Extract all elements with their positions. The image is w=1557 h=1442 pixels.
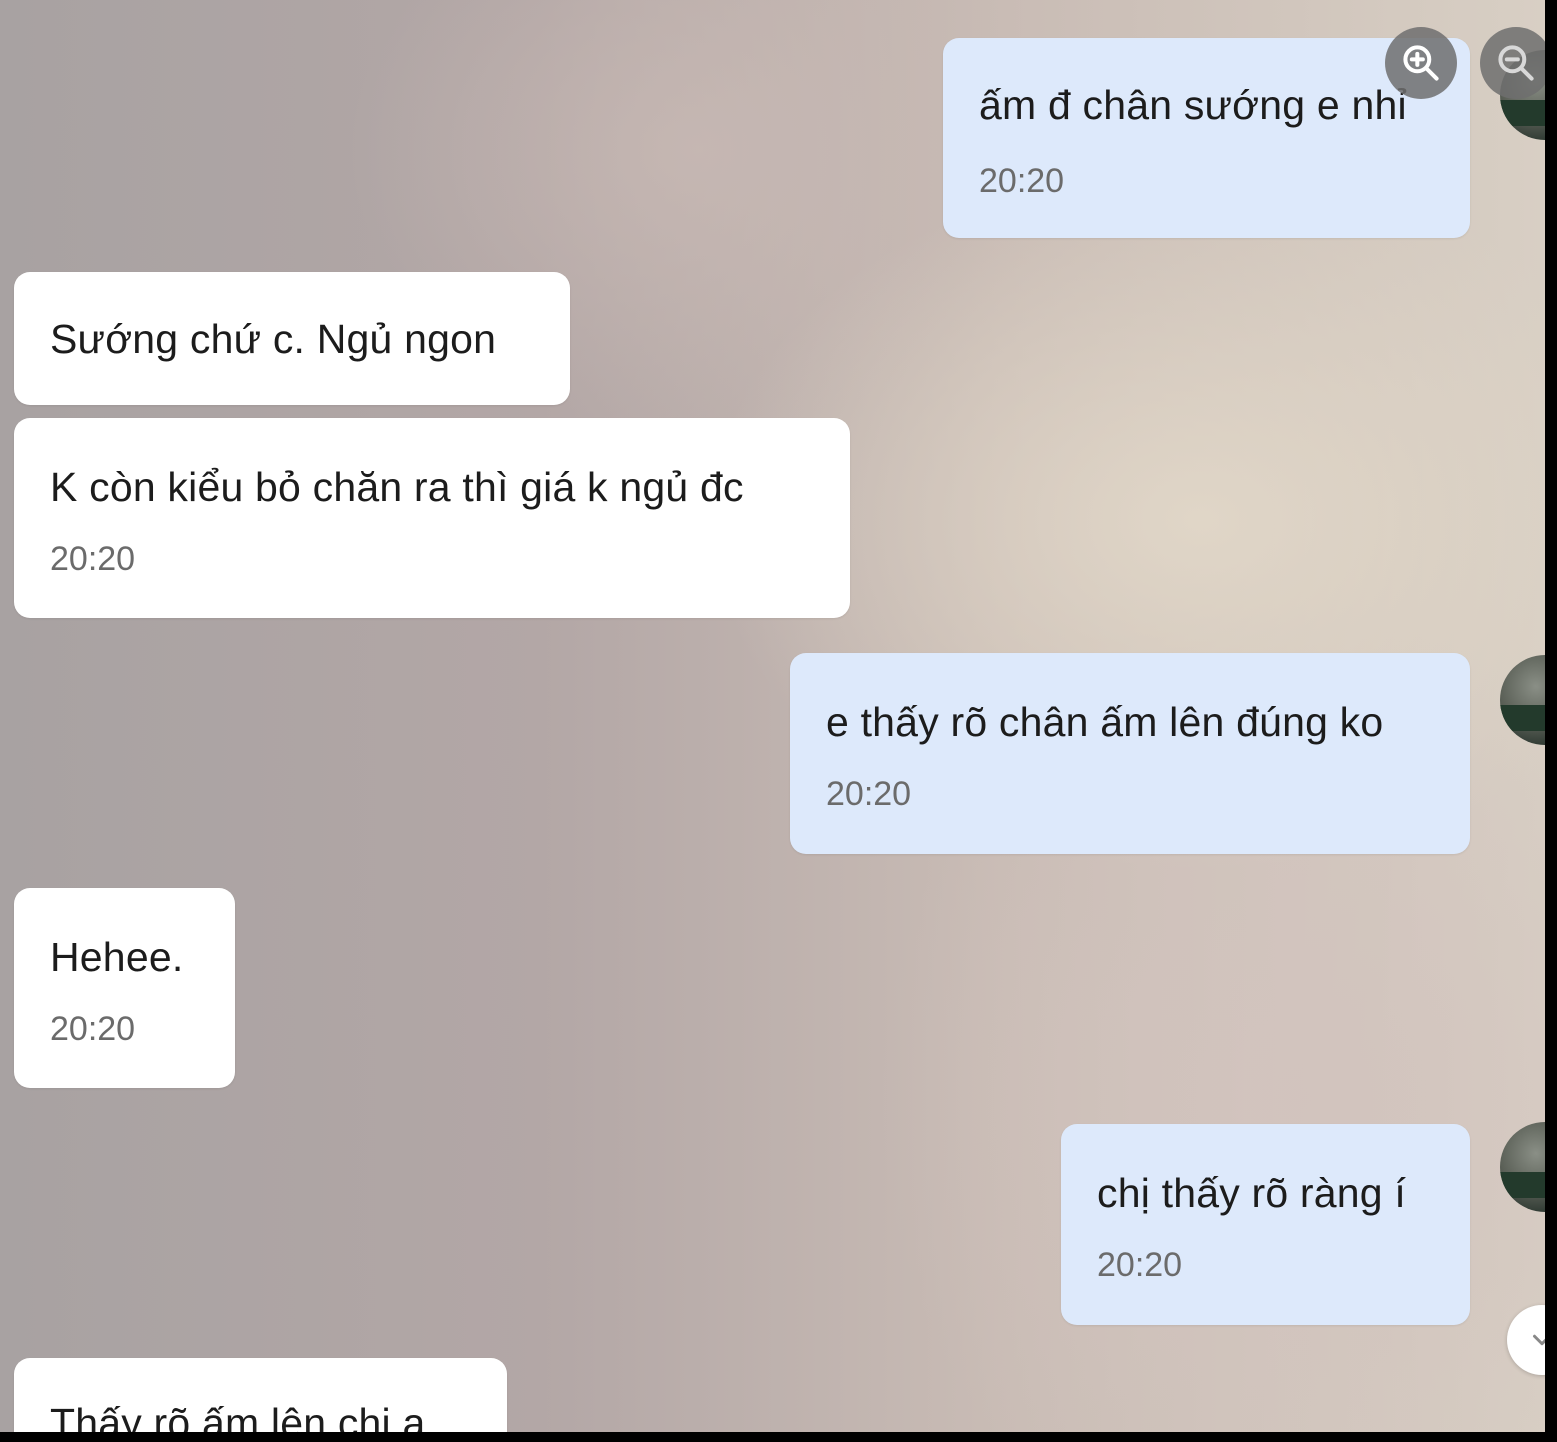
scroll-to-bottom-button[interactable] <box>1507 1305 1545 1375</box>
message-text: Thấy rõ ấm lên chị a <box>50 1400 426 1432</box>
zoom-in-button[interactable] <box>1385 27 1457 99</box>
message-timestamp: 20:20 <box>979 162 1065 200</box>
zoom-out-icon <box>1498 45 1534 81</box>
message-text: ấm đ chân sướng e nhỉ <box>979 82 1407 128</box>
message-bubble-received[interactable]: Sướng chứ c. Ngủ ngon <box>14 272 570 405</box>
message-text: Sướng chứ c. Ngủ ngon <box>50 316 497 362</box>
message-text: e thấy rõ chân ấm lên đúng ko <box>826 699 1384 745</box>
message-timestamp: 20:20 <box>826 775 912 813</box>
message-bubble-sent[interactable]: chị thấy rõ ràng í 20:20 <box>1061 1124 1470 1325</box>
message-timestamp: 20:20 <box>50 540 136 578</box>
message-timestamp: 20:20 <box>50 1010 136 1048</box>
message-bubble-received[interactable]: Hehee. 20:20 <box>14 888 235 1088</box>
avatar[interactable] <box>1500 655 1545 745</box>
message-text: Hehee. <box>50 934 184 980</box>
message-text: chị thấy rõ ràng í <box>1097 1170 1406 1216</box>
message-bubble-sent[interactable]: e thấy rõ chân ấm lên đúng ko 20:20 <box>790 653 1470 854</box>
message-text: K còn kiểu bỏ chăn ra thì giá k ngủ đc <box>50 464 744 510</box>
chat-screen: ấm đ chân sướng e nhỉ 20:20 Sướng chứ c.… <box>0 0 1545 1432</box>
zoom-in-icon <box>1403 45 1439 81</box>
avatar[interactable] <box>1500 1122 1545 1212</box>
message-bubble-received[interactable]: K còn kiểu bỏ chăn ra thì giá k ngủ đc 2… <box>14 418 850 618</box>
message-bubble-received[interactable]: Thấy rõ ấm lên chị a <box>14 1358 507 1432</box>
zoom-out-button[interactable] <box>1480 27 1545 99</box>
chevron-down-icon <box>1533 1334 1545 1346</box>
message-timestamp: 20:20 <box>1097 1246 1183 1284</box>
